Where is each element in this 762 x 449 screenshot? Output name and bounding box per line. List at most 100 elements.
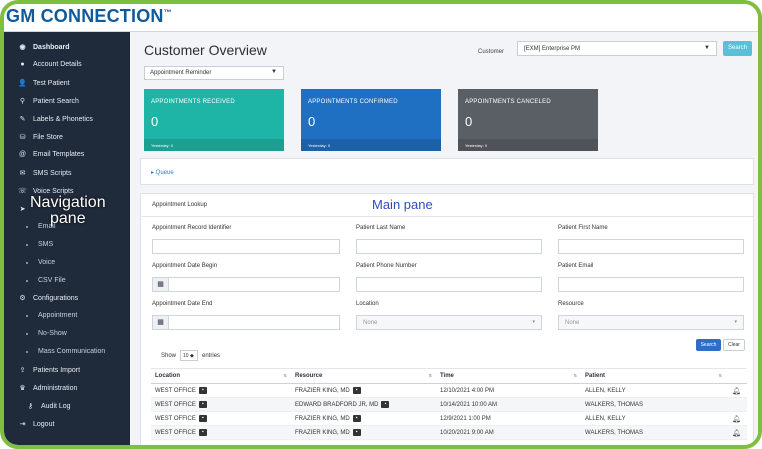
- sidebar-subitem-appointment[interactable]: Appointment: [26, 312, 77, 319]
- empty-action-cell: [726, 397, 747, 412]
- info-badge-icon[interactable]: ▪: [352, 428, 361, 436]
- date-end-label: Appointment Date End: [152, 301, 213, 307]
- sidebar-item-test-patient[interactable]: 👤 Test Patient: [18, 79, 69, 88]
- sidebar-item-label: Labels & Phonetics: [33, 115, 93, 123]
- info-badge-icon[interactable]: ▪: [352, 386, 361, 394]
- info-badge-icon[interactable]: ▪: [352, 414, 361, 422]
- sidebar-subitem-voice[interactable]: Voice: [26, 259, 55, 266]
- record-id-input[interactable]: [152, 239, 340, 254]
- customer-value: [EXM] Enterprise PM: [524, 46, 581, 52]
- table-row[interactable]: WEST OFFICE ▪ EDWARD BRADFORD JR, MD ▪ 10/…: [151, 397, 747, 412]
- bell-icon[interactable]: 🔔︎: [726, 425, 747, 440]
- last-name-input[interactable]: [356, 239, 542, 254]
- column-header-location[interactable]: Location ⇅: [151, 368, 291, 384]
- sidebar-item-account-details[interactable]: ● Account Details: [18, 61, 82, 68]
- sidebar-item-configurations[interactable]: ⚙ Configurations: [18, 294, 78, 303]
- customer-select[interactable]: [EXM] Enterprise PM ▼: [517, 41, 717, 56]
- email-input[interactable]: [558, 277, 744, 292]
- cell-patient: WALKERS, THOMAS: [581, 425, 726, 440]
- cell-resource: FRAZIER KING, MD ▪: [291, 411, 436, 426]
- card-value: 0: [151, 114, 159, 129]
- dashboard-icon: ◉: [19, 44, 26, 51]
- calendar-icon[interactable]: ▦: [152, 277, 168, 292]
- first-name-input[interactable]: [558, 239, 744, 254]
- phone-label: Patient Phone Number: [356, 263, 417, 269]
- info-badge-icon[interactable]: ▪: [198, 400, 207, 408]
- location-value: None: [363, 320, 378, 326]
- sidebar-subitem-csv-file[interactable]: CSV File: [26, 277, 66, 284]
- sidebar-item-label: Dashboard: [33, 43, 70, 51]
- page-size-select[interactable]: 10 ◆: [180, 350, 199, 361]
- sidebar-item-labels-phonetics[interactable]: ✎ Labels & Phonetics: [18, 115, 93, 124]
- cell-patient: ALLEN, KELLY: [581, 411, 726, 426]
- bell-icon[interactable]: 🔔︎: [726, 383, 747, 398]
- table-row[interactable]: WEST OFFICE ▪ FRAZIER KING, MD ▪ 12/10/202…: [151, 383, 747, 398]
- main-pane-annotation: Main pane: [372, 197, 433, 212]
- resource-select[interactable]: None ▾: [558, 315, 744, 330]
- lookup-clear-button[interactable]: Clear: [723, 339, 745, 351]
- sidebar-subitem-sms[interactable]: SMS: [26, 241, 53, 248]
- sidebar-item-patients-import[interactable]: ⇪ Patients Import: [18, 366, 81, 375]
- location-select[interactable]: None ▾: [356, 315, 542, 330]
- sidebar-item-audit-log[interactable]: ⚷ Audit Log: [26, 402, 71, 411]
- cell-location: WEST OFFICE ▪: [151, 397, 291, 412]
- phone-input[interactable]: [356, 277, 542, 292]
- sidebar-item-patient-search[interactable]: ⚲ Patient Search: [18, 97, 79, 106]
- sidebar-item-file-store[interactable]: ⛁ File Store: [18, 133, 63, 142]
- first-name-label: Patient First Name: [558, 225, 608, 231]
- sidebar-item-logout[interactable]: ⇥ Logout: [18, 420, 55, 429]
- date-end-input[interactable]: [168, 315, 340, 330]
- cell-patient: ALLEN, KELLY: [581, 383, 726, 398]
- sidebar-item-label: Logout: [33, 420, 55, 428]
- queue-toggle[interactable]: ▸ Queue: [151, 169, 174, 176]
- brand-logo: GM CONNECTION™: [6, 6, 172, 26]
- sidebar-item-label: Administration: [33, 384, 78, 392]
- table-row[interactable]: WEST OFFICE ▪ FRAZIER KING, MD ▪ 12/9/2021…: [151, 411, 747, 426]
- column-header-patient[interactable]: Patient ⇅: [581, 368, 726, 384]
- navigation-sidebar: ◉ Dashboard ● Account Details 👤 Test Pat…: [4, 32, 130, 445]
- chevron-down-icon: ▼: [704, 45, 710, 51]
- lookup-search-button[interactable]: Search: [696, 339, 721, 351]
- info-icon: ●: [20, 61, 25, 68]
- date-begin-label: Appointment Date Begin: [152, 263, 218, 269]
- bullet-icon: [26, 279, 28, 282]
- info-badge-icon[interactable]: ▪: [381, 400, 390, 408]
- sidebar-subitem-no-show[interactable]: No-Show: [26, 330, 67, 337]
- queue-panel[interactable]: ▸ Queue: [140, 158, 754, 185]
- sidebar-subitem-label: No-Show: [38, 330, 67, 337]
- table-header-row: Location ⇅ Resource ⇅ Time ⇅ Patient ⇅: [151, 368, 747, 384]
- location-label: Location: [356, 301, 379, 307]
- sort-icon: ⇅: [283, 373, 287, 378]
- bell-icon[interactable]: 🔔︎: [726, 411, 747, 426]
- divider: [141, 216, 753, 217]
- report-type-select[interactable]: Appointment Reminder ▼: [144, 66, 284, 80]
- sidebar-item-sms-scripts[interactable]: ✉ SMS Scripts: [18, 169, 72, 178]
- sidebar-item-dashboard[interactable]: ◉ Dashboard: [18, 43, 70, 52]
- admin-icon: ♛: [19, 385, 26, 392]
- appointments-received-card: APPOINTMENTS RECEIVED 0 Yesterday: 0: [144, 89, 284, 151]
- chevron-down-icon: ▼: [271, 69, 277, 75]
- sidebar-item-label: Account Details: [33, 61, 82, 68]
- table-row[interactable]: WEST OFFICE ▪ FRAZIER KING, MD ▪ 10/20/202…: [151, 425, 747, 440]
- info-badge-icon[interactable]: ▪: [198, 428, 207, 436]
- card-value: 0: [465, 114, 473, 129]
- sidebar-item-label: Patient Search: [33, 97, 79, 105]
- brand-bar: GM CONNECTION™: [4, 4, 758, 32]
- customer-search-button[interactable]: Search: [723, 41, 752, 56]
- sidebar-subitem-mass-communication[interactable]: Mass Communication: [26, 348, 105, 355]
- date-begin-input[interactable]: [168, 277, 340, 292]
- sidebar-item-email-templates[interactable]: @ Email Templates: [18, 151, 84, 158]
- page-title: Customer Overview: [144, 42, 267, 58]
- sidebar-subitem-label: Voice: [38, 259, 56, 266]
- card-label: APPOINTMENTS RECEIVED: [151, 99, 235, 105]
- calendar-icon[interactable]: ▦: [152, 315, 168, 330]
- column-header-resource[interactable]: Resource ⇅: [291, 368, 436, 384]
- resource-label: Resource: [558, 301, 584, 307]
- main-pane: Customer Overview Customer [EXM] Enterpr…: [130, 32, 758, 445]
- info-badge-icon[interactable]: ▪: [198, 414, 207, 422]
- appointments-table: Location ⇅ Resource ⇅ Time ⇅ Patient ⇅ WEST …: [151, 368, 747, 440]
- sidebar-item-administration[interactable]: ♛ Administration: [18, 384, 78, 393]
- annotation-line: pane: [50, 210, 86, 227]
- column-header-time[interactable]: Time ⇅: [436, 368, 581, 384]
- info-badge-icon[interactable]: ▪: [198, 386, 207, 394]
